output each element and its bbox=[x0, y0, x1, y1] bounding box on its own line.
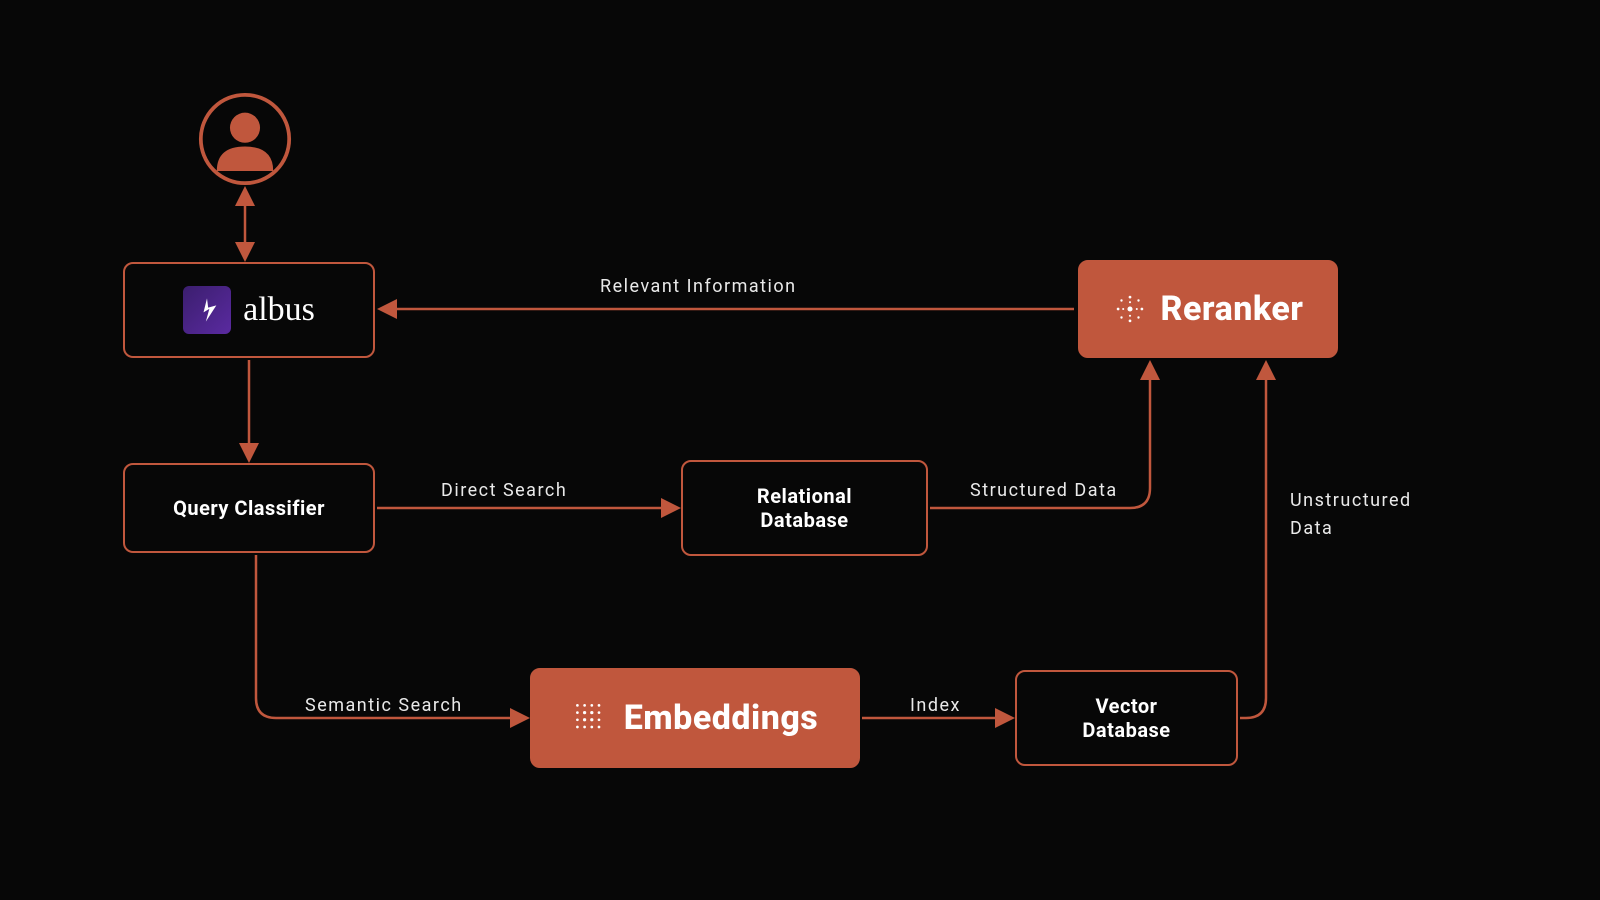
relational-database-node: Relational Database bbox=[681, 460, 928, 556]
albus-logo-icon bbox=[183, 286, 231, 334]
relational-label-2: Database bbox=[757, 508, 852, 532]
albus-label: albus bbox=[243, 291, 315, 329]
embeddings-label: Embeddings bbox=[624, 698, 819, 738]
query-classifier-label: Query Classifier bbox=[173, 496, 325, 520]
user-icon bbox=[198, 92, 292, 186]
reranker-node: Reranker bbox=[1078, 260, 1338, 358]
edge-label-unstructured-1: Unstructured bbox=[1290, 490, 1412, 511]
user-node bbox=[198, 92, 292, 186]
diagram-stage: albus Query Classifier Relational Databa… bbox=[0, 0, 1600, 900]
edge-label-index: Index bbox=[910, 695, 961, 716]
relational-label-1: Relational bbox=[757, 484, 852, 508]
edge-label-relevant: Relevant Information bbox=[600, 276, 797, 297]
sparkle-icon bbox=[1113, 292, 1147, 326]
albus-node: albus bbox=[123, 262, 375, 358]
reranker-label: Reranker bbox=[1161, 289, 1304, 329]
query-classifier-node: Query Classifier bbox=[123, 463, 375, 553]
edge-label-direct: Direct Search bbox=[441, 480, 567, 501]
edge-label-semantic: Semantic Search bbox=[305, 695, 463, 716]
embeddings-node: Embeddings bbox=[530, 668, 860, 768]
vector-database-node: Vector Database bbox=[1015, 670, 1238, 766]
edge-label-unstructured-2: Data bbox=[1290, 518, 1333, 539]
vector-label-2: Database bbox=[1082, 718, 1170, 742]
vector-label-1: Vector bbox=[1082, 694, 1170, 718]
grid-dots-icon bbox=[572, 700, 608, 736]
edge-label-structured: Structured Data bbox=[970, 480, 1118, 501]
